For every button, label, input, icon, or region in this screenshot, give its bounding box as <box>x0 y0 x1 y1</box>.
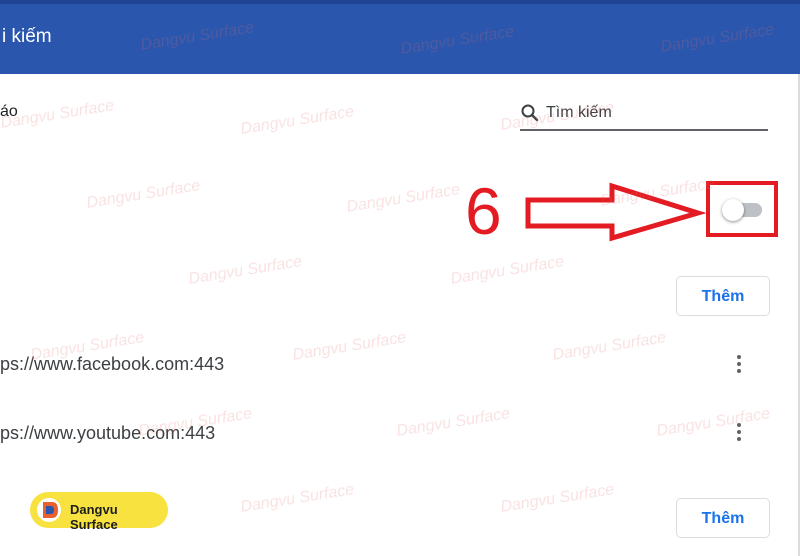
add-button[interactable]: Thêm <box>676 276 770 316</box>
watermark: Dangvu Surface <box>395 405 512 440</box>
brand-badge: Dangvu Surface <box>30 492 168 532</box>
watermark: Dangvu Surface <box>449 253 566 288</box>
watermark: Dangvu Surface <box>655 405 772 440</box>
watermark: Dangvu Surface <box>499 481 616 516</box>
watermark: Dangvu Surface <box>239 481 356 516</box>
toggle-switch[interactable] <box>722 198 764 222</box>
watermark: Dangvu Surface <box>85 177 202 212</box>
brand-name: Dangvu Surface <box>70 502 118 532</box>
watermark: Dangvu Surface <box>551 329 668 364</box>
brand-logo-icon <box>37 498 61 522</box>
header-title: i kiếm <box>2 26 52 47</box>
watermark: Dangvu Surface <box>187 253 304 288</box>
watermark: Dangvu Surface <box>291 329 408 364</box>
annotation-number: 6 <box>465 174 502 248</box>
watermark: Dangvu Surface <box>345 181 462 216</box>
watermark: Dangvu Surface <box>239 103 356 138</box>
toggle-knob <box>722 199 744 221</box>
add-button[interactable]: Thêm <box>676 498 770 538</box>
more-options-icon[interactable] <box>727 352 751 376</box>
